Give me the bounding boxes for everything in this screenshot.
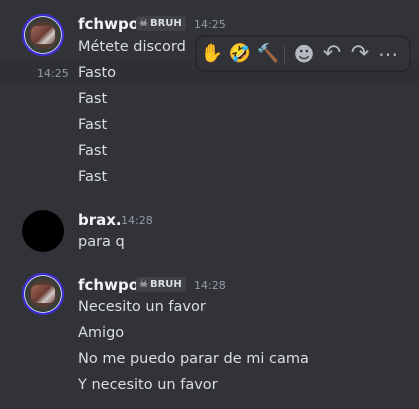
author-name[interactable]: fchwpo	[78, 15, 139, 33]
message-text: Fast	[78, 143, 108, 159]
avatar[interactable]	[22, 210, 64, 252]
message-text: Fast	[78, 117, 108, 133]
message-text: No me puedo parar de mi cama	[78, 351, 309, 367]
message-text: para q	[78, 234, 125, 250]
message-text: Y necesito un favor	[78, 377, 218, 393]
message-timestamp[interactable]: 14:25	[194, 18, 226, 32]
message-text: Fast	[78, 91, 108, 107]
toolbar-divider	[284, 45, 285, 63]
server-tag-label: BRUH	[149, 18, 182, 29]
raised-hand-emoji-icon[interactable]: ✋	[199, 41, 225, 67]
server-tag-badge[interactable]: ☠ BRUH	[136, 277, 186, 292]
skull-icon: ☠	[139, 18, 148, 29]
forward-icon[interactable]: ↷	[347, 41, 373, 67]
more-options-icon[interactable]: ⋯	[375, 41, 401, 67]
author-name[interactable]: fchwpo	[78, 276, 139, 294]
message-text: Fasto	[78, 65, 117, 81]
add-reaction-icon[interactable]: ☻	[291, 41, 317, 67]
author-name[interactable]: brax.	[78, 211, 122, 229]
message-text: Amigo	[78, 325, 125, 341]
rolling-laughing-emoji-icon[interactable]: 🤣	[227, 41, 253, 67]
message-text: Fast	[78, 169, 108, 185]
message-text: Necesito un favor	[78, 299, 206, 315]
server-tag-badge[interactable]: ☠ BRUH	[136, 16, 186, 31]
server-tag-label: BRUH	[149, 279, 182, 290]
message-timestamp[interactable]: 14:28	[194, 279, 226, 293]
message-text: Métete discord	[78, 39, 186, 55]
hover-timestamp[interactable]: 14:25	[37, 67, 69, 81]
hammer-emoji-icon[interactable]: 🔨	[255, 41, 281, 67]
avatar[interactable]	[22, 273, 64, 315]
message-action-toolbar: ✋ 🤣 🔨 ☻ ↶ ↷ ⋯	[196, 36, 410, 71]
skull-icon: ☠	[139, 279, 148, 290]
reply-icon[interactable]: ↶	[319, 41, 345, 67]
avatar[interactable]	[22, 14, 64, 56]
message-timestamp[interactable]: 14:28	[121, 214, 153, 228]
